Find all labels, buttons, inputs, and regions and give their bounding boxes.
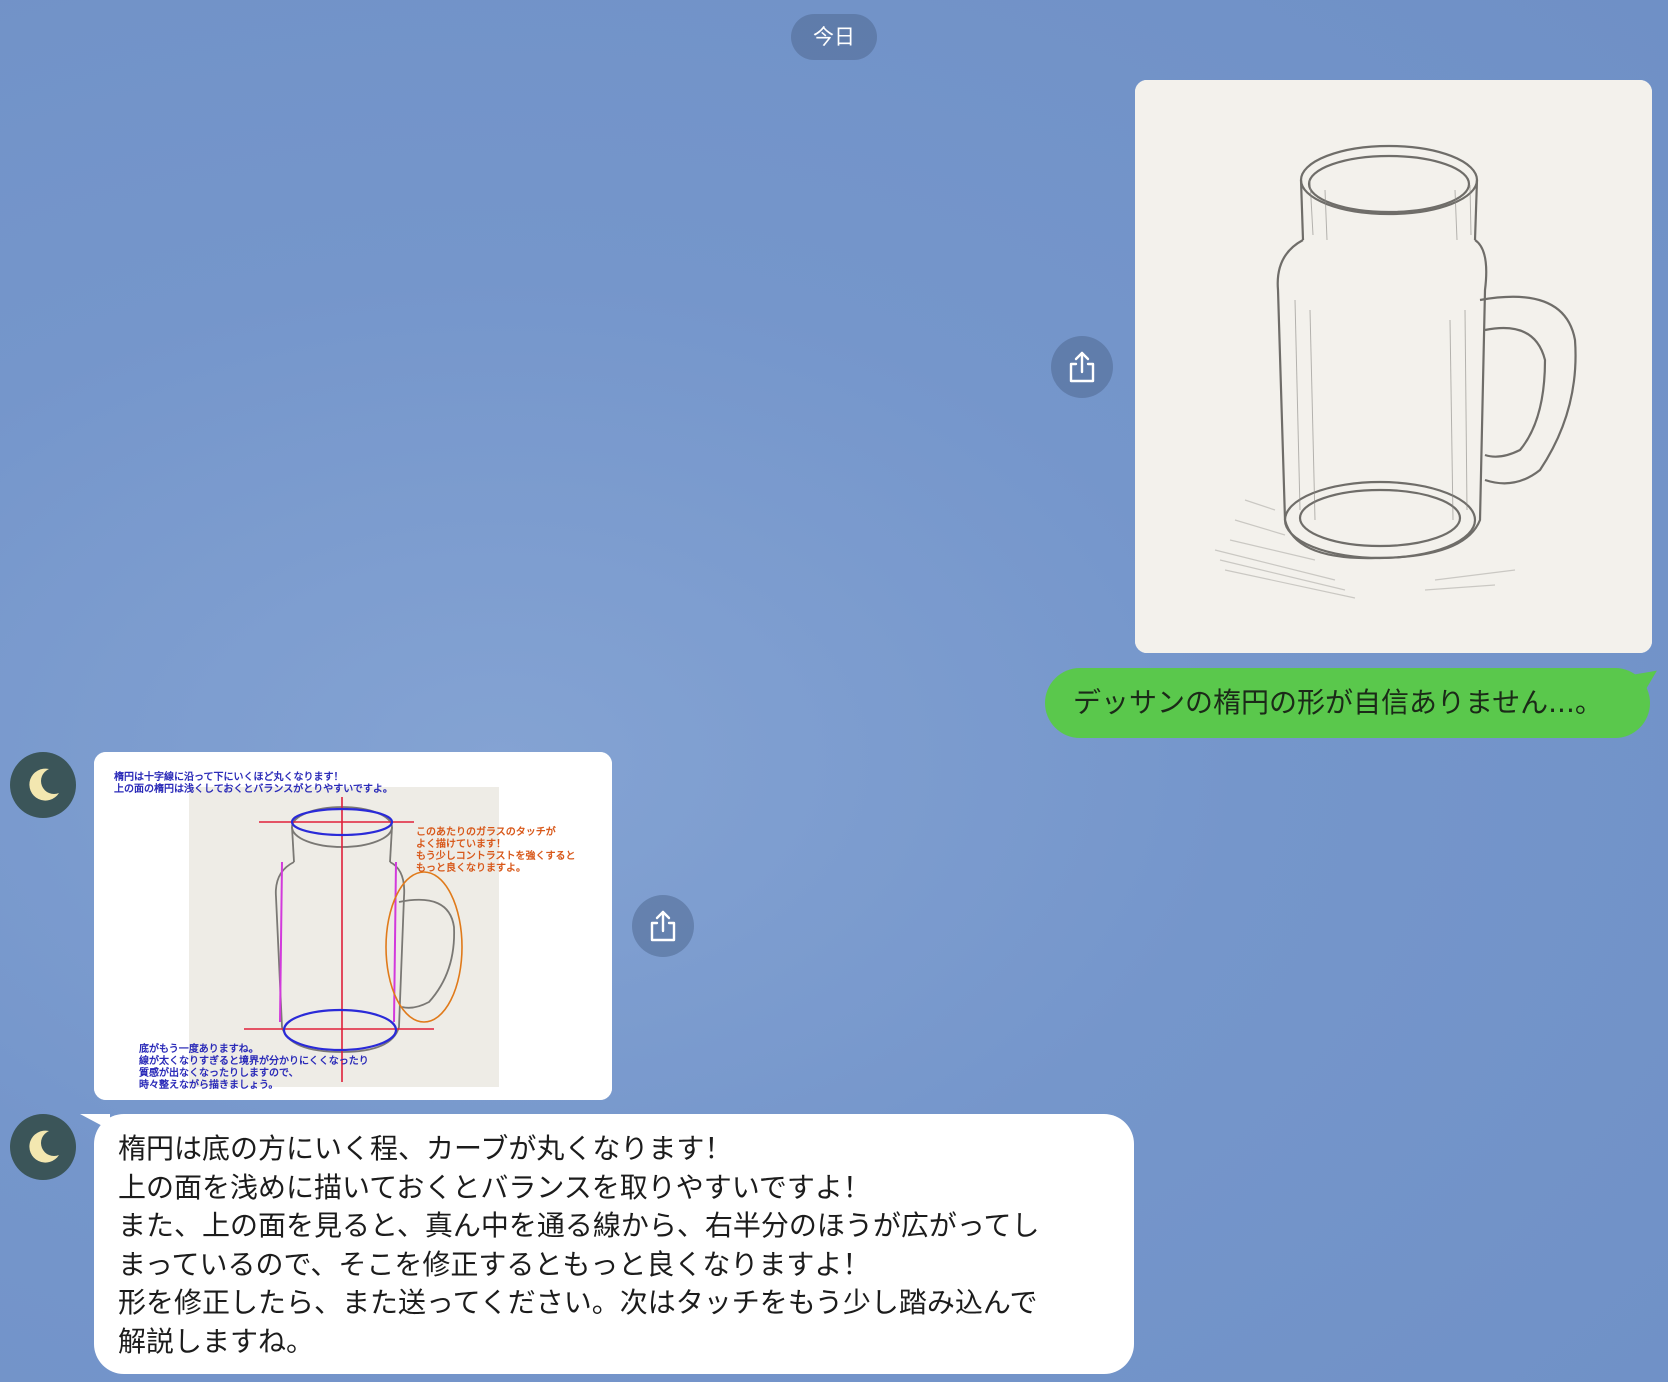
annotation-note-bottom-1: 底がもう一度ありますね。 — [139, 1042, 259, 1055]
message-line: 形を修正したら、また送ってください。次はタッチをもう少し踏み込んで — [118, 1286, 1038, 1319]
share-icon — [650, 910, 676, 942]
date-separator: 今日 — [791, 14, 877, 60]
message-line: 楕円は底の方にいく程、カーブが丸くなります！ — [118, 1132, 733, 1165]
crescent-moon-icon — [29, 768, 59, 801]
incoming-message-bubble[interactable]: 楕円は底の方にいく程、カーブが丸くなります！ 上の面を浅めに描いておくとバランス… — [80, 1114, 1134, 1374]
share-button-received-image[interactable] — [632, 895, 694, 957]
annotation-note-right-3: もう少しコントラストを強くすると — [416, 849, 576, 862]
annotation-note-bottom-2: 線が太くなりすぎると境界が分かりにくくなったり — [139, 1054, 369, 1067]
annotated-feedback-image[interactable]: 楕円は十字線に沿って下にいくほど丸くなります！ 上の面の楕円は浅くしておくとバラ… — [94, 752, 612, 1100]
sender-avatar[interactable] — [10, 752, 76, 818]
crescent-moon-icon — [29, 1130, 59, 1163]
share-button-sent-image[interactable] — [1051, 336, 1113, 398]
annotation-note-bottom-3: 質感が出なくなったりしますので、 — [139, 1066, 299, 1079]
share-icon — [1069, 351, 1095, 383]
annotation-note-right-1: このあたりのガラスのタッチが — [416, 825, 557, 838]
message-line: 上の面を浅めに描いておくとバランスを取りやすいですよ！ — [118, 1170, 871, 1204]
sender-avatar[interactable] — [10, 1114, 76, 1180]
message-line: また、上の面を見ると、真ん中を通る線から、右半分のほうが広がってし — [118, 1209, 1040, 1242]
message-line: まっているので、そこを修正するともっと良くなりますよ！ — [118, 1247, 871, 1281]
annotation-note-top-1: 楕円は十字線に沿って下にいくほど丸くなります！ — [114, 770, 344, 783]
outgoing-message-bubble[interactable]: デッサンの楕円の形が自信ありません...。 — [1045, 668, 1650, 738]
sent-sketch-image[interactable] — [1135, 80, 1652, 653]
message-line: 解説しますね。 — [118, 1324, 315, 1358]
annotation-note-right-4: もっと良くなりますよ。 — [416, 861, 526, 874]
annotation-note-bottom-4: 時々整えながら描きましょう。 — [139, 1078, 278, 1091]
annotation-note-top-2: 上の面の楕円は浅くしておくとバランスがとりやすいですよ。 — [114, 782, 393, 795]
annotation-note-right-2: よく描けています！ — [416, 837, 506, 850]
